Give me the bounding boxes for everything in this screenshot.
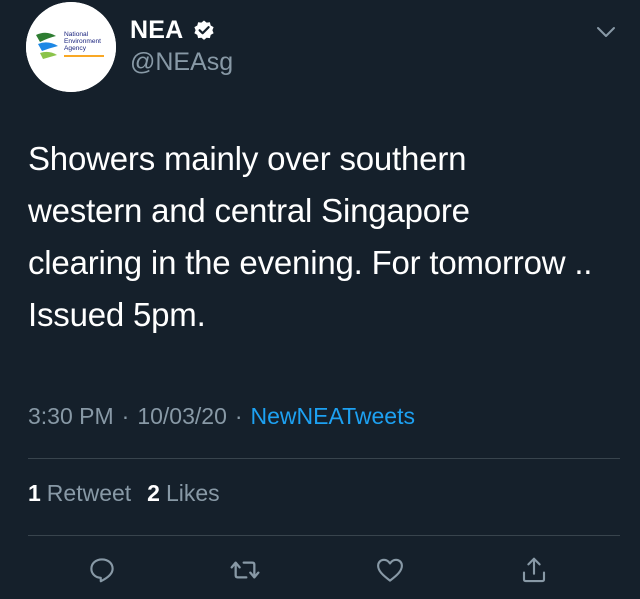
logo-line-3: Agency <box>64 45 87 52</box>
display-name[interactable]: NEA <box>130 16 183 45</box>
engagement-counts: 1 Retweet 2 Likes <box>28 480 236 507</box>
divider <box>28 535 620 536</box>
like-count: 2 <box>147 480 160 506</box>
retweet-button[interactable] <box>227 552 263 588</box>
retweet-label: Retweet <box>46 480 132 506</box>
verified-badge-icon <box>192 18 216 42</box>
tweet-detail: National Environment Agency NEA @NEAsg S… <box>0 0 640 599</box>
action-bar <box>0 548 640 598</box>
tweet-date[interactable]: 10/03/20 <box>137 403 227 430</box>
reply-icon <box>90 558 114 583</box>
share-icon <box>522 557 546 583</box>
chevron-down-icon[interactable] <box>594 20 618 44</box>
retweet-icon <box>230 561 260 579</box>
tweet-text: Showers mainly over southern western and… <box>28 140 593 333</box>
divider <box>28 458 620 459</box>
tweet-source-link[interactable]: NewNEATweets <box>251 403 415 430</box>
nea-logo: National Environment Agency <box>26 2 116 92</box>
like-button[interactable] <box>372 552 408 588</box>
share-button[interactable] <box>516 552 552 588</box>
logo-line-1: National <box>64 31 89 38</box>
reply-button[interactable] <box>84 552 120 588</box>
heart-icon <box>377 558 403 582</box>
author-info: NEA @NEAsg <box>130 14 233 77</box>
tweet-time[interactable]: 3:30 PM <box>28 403 114 430</box>
logo-line-2: Environment <box>64 38 101 45</box>
retweet-count: 1 <box>28 480 41 506</box>
tweet-meta: 3:30 PM · 10/03/20 · NewNEATweets <box>28 403 415 430</box>
meta-separator: · <box>121 403 130 429</box>
name-row: NEA <box>130 14 233 46</box>
like-label: Likes <box>165 480 220 506</box>
like-count-link[interactable]: 2 Likes <box>147 480 220 507</box>
handle[interactable]: @NEAsg <box>130 48 233 77</box>
retweet-count-link[interactable]: 1 Retweet <box>28 480 131 507</box>
avatar[interactable]: National Environment Agency <box>26 2 116 92</box>
meta-separator: · <box>234 403 243 429</box>
